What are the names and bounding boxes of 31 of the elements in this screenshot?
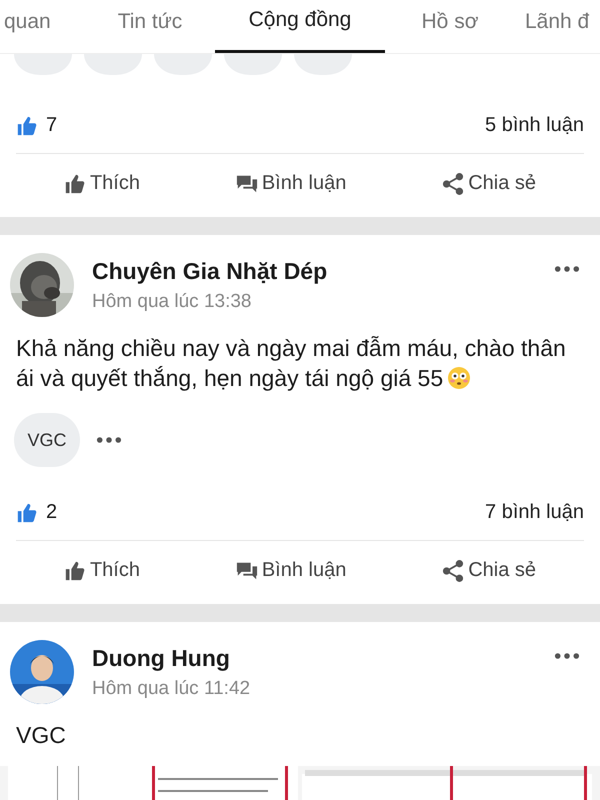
- share-button[interactable]: Chia sẻ: [438, 553, 540, 588]
- stock-tag[interactable]: VGC: [14, 413, 80, 467]
- comment-count[interactable]: 5 bình luận: [485, 114, 584, 137]
- more-icon[interactable]: [554, 265, 580, 273]
- like-count: 7: [46, 114, 58, 137]
- thumbs-up-icon: [64, 560, 86, 582]
- tag-chip[interactable]: [294, 54, 352, 75]
- like-button[interactable]: Thích: [60, 553, 144, 588]
- post-text: Khả năng chiều nay và ngày mai đẫm máu, chào thân ái và quyết thắng, hẹn ngày tái ngộ giá 55: [16, 335, 566, 391]
- share-button[interactable]: Chia sẻ: [438, 166, 540, 201]
- tag-chip[interactable]: [224, 54, 282, 75]
- like-count: 2: [46, 501, 58, 524]
- share-icon: [442, 172, 464, 194]
- share-icon: [442, 560, 464, 582]
- comment-button[interactable]: Bình luận: [232, 553, 350, 588]
- comment-count[interactable]: 7 bình luận: [485, 501, 584, 524]
- comment-button[interactable]: Bình luận: [232, 166, 350, 201]
- post-time: Hôm qua lúc 11:42: [92, 678, 250, 700]
- tab[interactable]: Lãnh đ: [525, 0, 600, 53]
- post-text: VGC: [16, 722, 66, 748]
- thumbs-up-icon: [16, 502, 38, 524]
- author-name[interactable]: Duong Hung: [92, 644, 230, 672]
- more-icon[interactable]: [96, 436, 122, 444]
- like-button[interactable]: Thích: [60, 166, 144, 201]
- thumbs-up-icon: [64, 172, 86, 194]
- post-time: Hôm qua lúc 13:38: [92, 290, 252, 312]
- tab[interactable]: Cộng đồng: [215, 0, 385, 53]
- thumbs-up-icon: [16, 114, 38, 136]
- more-icon[interactable]: [554, 652, 580, 660]
- tab[interactable]: quan: [0, 0, 75, 53]
- author-name[interactable]: Chuyên Gia Nhặt Dép: [92, 258, 328, 284]
